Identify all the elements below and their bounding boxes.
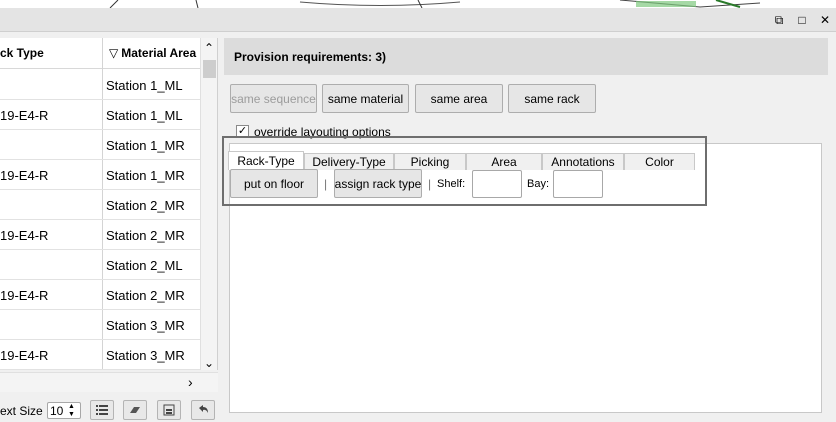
- list-icon: [96, 405, 108, 415]
- rack-type-cell: [0, 130, 102, 160]
- same-area-label: same area: [430, 91, 488, 106]
- panel-title-bar: ⧉ □ ✕: [0, 8, 836, 32]
- provision-header: Provision requirements: 3): [224, 38, 828, 75]
- rack-type-cell: 19-E4-R: [0, 347, 49, 363]
- eraser-button[interactable]: [123, 400, 147, 420]
- material-area-cell: Station 2_MR: [106, 287, 185, 303]
- requirements-table: ck Type ▽ Material Area Station 1_ML 19-E…: [0, 38, 218, 370]
- float-window-icon[interactable]: ⧉: [771, 12, 787, 28]
- scroll-down-icon[interactable]: ⌄: [204, 356, 214, 370]
- table-toolbar: ext Size 10 ▲ ▼: [0, 397, 222, 422]
- material-area-cell: Station 2_MR: [106, 227, 185, 243]
- eraser-icon: [130, 407, 140, 413]
- text-size-value: 10: [50, 404, 64, 418]
- column-header-material-area-label: Material Area: [121, 46, 197, 60]
- table-row[interactable]: 19-E4-R Station 1_ML: [0, 100, 200, 130]
- table-row[interactable]: Station 1_MR: [0, 130, 200, 160]
- text-size-spinbox[interactable]: 10 ▲ ▼: [47, 402, 81, 419]
- same-rack-button[interactable]: same rack: [508, 84, 596, 113]
- table-row[interactable]: 19-E4-R Station 2_MR: [0, 280, 200, 310]
- table-row[interactable]: Station 2_MR: [0, 190, 200, 220]
- list-view-button[interactable]: [90, 400, 114, 420]
- rack-type-cell: 19-E4-R: [0, 287, 49, 303]
- spin-up-icon[interactable]: ▲: [68, 403, 75, 410]
- same-sequence-button[interactable]: same sequence: [230, 84, 317, 113]
- provision-panel: Provision requirements: 3) same sequence…: [224, 38, 828, 422]
- rack-type-cell: [0, 190, 102, 220]
- horizontal-scrollbar[interactable]: ›: [0, 372, 218, 392]
- material-area-cell: Station 3_MR: [106, 317, 185, 333]
- same-sequence-label: same sequence: [231, 91, 316, 106]
- close-window-icon[interactable]: ✕: [817, 12, 833, 28]
- spin-down-icon[interactable]: ▼: [68, 411, 75, 418]
- background-canvas-strip: [0, 0, 836, 8]
- column-header-rack-type-label: ck Type: [0, 46, 44, 60]
- column-header-rack-type[interactable]: ck Type: [0, 38, 103, 69]
- save-layout-button[interactable]: [157, 400, 181, 420]
- rack-type-cell: 19-E4-R: [0, 227, 49, 243]
- undo-icon: [199, 405, 208, 413]
- material-area-cell: Station 2_ML: [106, 257, 183, 273]
- rack-type-cell: [0, 250, 102, 280]
- material-area-cell: Station 1_ML: [106, 107, 183, 123]
- table-row[interactable]: Station 2_ML: [0, 250, 200, 280]
- focus-highlight-frame: [222, 136, 707, 206]
- table-row[interactable]: Station 3_MR: [0, 310, 200, 340]
- rack-type-cell: 19-E4-R: [0, 167, 49, 183]
- scrollbar-thumb[interactable]: [203, 60, 216, 78]
- maximize-window-icon[interactable]: □: [794, 12, 810, 28]
- table-row[interactable]: 19-E4-R Station 1_MR: [0, 160, 200, 190]
- table-row[interactable]: Station 1_ML: [0, 70, 200, 100]
- rack-type-cell: [0, 70, 102, 100]
- save-icon: [163, 404, 175, 416]
- table-row[interactable]: 19-E4-R Station 3_MR: [0, 340, 200, 370]
- same-area-button[interactable]: same area: [415, 84, 503, 113]
- rack-type-cell: [0, 310, 102, 340]
- material-area-cell: Station 1_MR: [106, 167, 185, 183]
- material-area-cell: Station 1_MR: [106, 137, 185, 153]
- sort-descending-icon: ▽: [109, 46, 119, 60]
- same-material-button[interactable]: same material: [322, 84, 409, 113]
- vertical-scrollbar[interactable]: ⌃ ⌄: [200, 38, 217, 370]
- scroll-up-icon[interactable]: ⌃: [204, 41, 214, 55]
- column-header-material-area[interactable]: ▽ Material Area: [103, 38, 200, 69]
- material-area-cell: Station 2_MR: [106, 197, 185, 213]
- same-material-label: same material: [327, 91, 404, 106]
- canvas-graphic: [0, 0, 836, 8]
- same-rack-label: same rack: [524, 91, 580, 106]
- provision-title: Provision requirements: 3): [234, 49, 387, 64]
- scroll-right-icon[interactable]: ›: [188, 374, 193, 390]
- undo-button[interactable]: [191, 400, 215, 420]
- table-row[interactable]: 19-E4-R Station 2_MR: [0, 220, 200, 250]
- material-area-cell: Station 1_ML: [106, 77, 183, 93]
- material-area-cell: Station 3_MR: [106, 347, 185, 363]
- text-size-label: ext Size: [0, 404, 43, 418]
- rack-type-cell: 19-E4-R: [0, 107, 49, 123]
